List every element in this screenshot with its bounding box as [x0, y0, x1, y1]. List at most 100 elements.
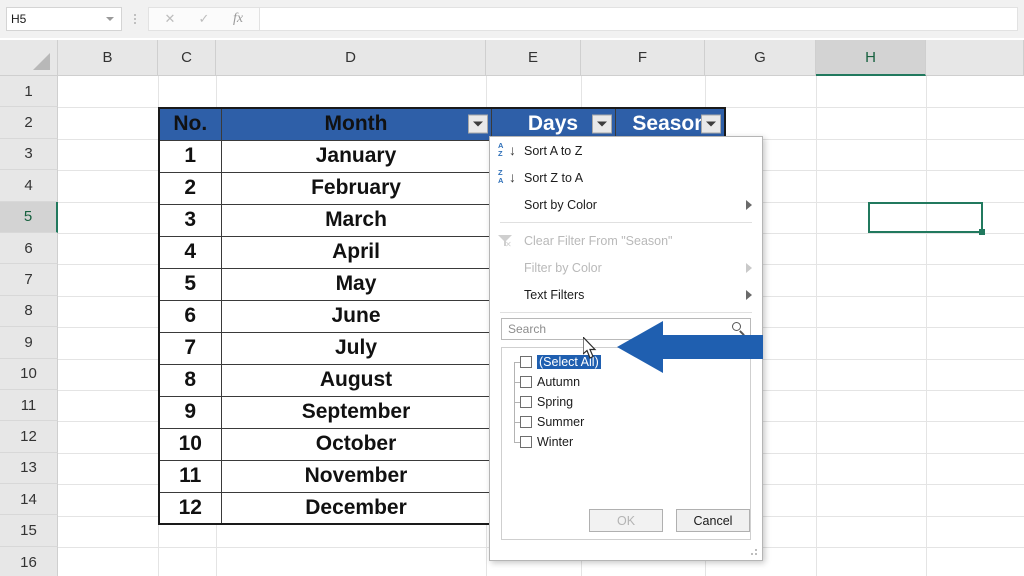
menu-item-sort-by-color[interactable]: Sort by Color: [490, 191, 762, 218]
row-header-8[interactable]: 8: [0, 295, 58, 328]
cell-month[interactable]: May: [220, 267, 492, 301]
column-header-H[interactable]: H: [816, 40, 926, 76]
cell-no[interactable]: 8: [158, 363, 222, 397]
name-box-value: H5: [11, 12, 27, 26]
cell-no[interactable]: 11: [158, 459, 222, 493]
cell-month[interactable]: January: [220, 139, 492, 173]
filter-list-item-label: Autumn: [537, 375, 581, 389]
cancel-button[interactable]: Cancel: [676, 509, 750, 532]
row-header-4[interactable]: 4: [0, 170, 58, 202]
header-cell-no: No.: [158, 107, 222, 141]
tree-line-icon: [510, 352, 520, 372]
menu-divider: [500, 222, 752, 223]
menu-label: Clear Filter From "Season": [524, 233, 673, 248]
menu-item-filter-by-color: Filter by Color: [490, 254, 762, 281]
column-header-B[interactable]: B: [58, 40, 158, 76]
row-header-7[interactable]: 7: [0, 264, 58, 296]
cell-month[interactable]: February: [220, 171, 492, 205]
chevron-right-icon: [746, 262, 752, 273]
menu-item-sort-a-to-z[interactable]: A Z ↓ Sort A to Z: [490, 137, 762, 164]
menu-label: Filter by Color: [524, 260, 602, 275]
cell-month[interactable]: April: [220, 235, 492, 269]
cell-no[interactable]: 10: [158, 427, 222, 461]
row-header-3[interactable]: 3: [0, 138, 58, 171]
checkbox-icon[interactable]: [520, 376, 532, 388]
checkbox-icon[interactable]: [520, 416, 532, 428]
chevron-down-icon[interactable]: [106, 17, 114, 21]
cell-no[interactable]: 1: [158, 139, 222, 173]
row-header-13[interactable]: 13: [0, 452, 58, 485]
fill-handle[interactable]: [979, 228, 985, 235]
cell-month[interactable]: October: [220, 427, 492, 461]
select-all-corner[interactable]: [0, 40, 58, 76]
cell-no[interactable]: 2: [158, 171, 222, 205]
column-header-G[interactable]: G: [705, 40, 816, 76]
filter-list-item[interactable]: Spring: [502, 392, 750, 412]
cell-no[interactable]: 9: [158, 395, 222, 429]
cell-no[interactable]: 4: [158, 235, 222, 269]
row-header-6[interactable]: 6: [0, 232, 58, 265]
menu-item-text-filters[interactable]: Text Filters: [490, 281, 762, 308]
cell-no[interactable]: 3: [158, 203, 222, 237]
enter-check-icon[interactable]: ✓: [187, 8, 221, 30]
dialog-button-row: OK Cancel: [490, 509, 764, 532]
clear-filter-icon: ✕: [498, 234, 524, 249]
row-header-11[interactable]: 11: [0, 389, 58, 422]
row-header-16[interactable]: 16: [0, 546, 58, 576]
row-header-9[interactable]: 9: [0, 327, 58, 359]
annotation-arrow: [617, 321, 763, 378]
column-header-D[interactable]: D: [216, 40, 486, 76]
sort-ascending-icon: A Z ↓: [498, 141, 516, 159]
row-header-2[interactable]: 2: [0, 107, 58, 139]
cell-no[interactable]: 6: [158, 299, 222, 333]
column-header-C[interactable]: C: [158, 40, 216, 76]
tree-line-icon: [510, 432, 520, 452]
row-header-14[interactable]: 14: [0, 484, 58, 516]
cell-month[interactable]: July: [220, 331, 492, 365]
cell-no[interactable]: 12: [158, 491, 222, 525]
row-header-column: 1 2 3 4 5 6 7 8 9 10 11 12 13 14 15 16: [0, 76, 58, 576]
row-header-10[interactable]: 10: [0, 358, 58, 390]
cell-month[interactable]: December: [220, 491, 492, 525]
row-header-1[interactable]: 1: [0, 76, 58, 108]
excel-worksheet-screen: H5 ✕ ✓ fx BCDEFGH 1 2 3 4 5 6 7 8 9 10 11 12 13 14 15 1…: [0, 0, 1024, 576]
name-box[interactable]: H5: [6, 7, 122, 31]
filter-list-item-label: Spring: [537, 395, 574, 409]
checkbox-icon[interactable]: [520, 356, 532, 368]
cell-month[interactable]: September: [220, 395, 492, 429]
menu-item-sort-z-to-a[interactable]: Z A ↓ Sort Z to A: [490, 164, 762, 191]
sort-descending-icon: Z A ↓: [498, 168, 516, 186]
filter-list-item[interactable]: Winter: [502, 432, 750, 452]
filter-button-season[interactable]: [701, 114, 721, 134]
filter-button-month[interactable]: [467, 114, 488, 134]
tree-line-icon: [510, 392, 520, 412]
row-header-5[interactable]: 5: [0, 201, 58, 233]
column-header-filler: [926, 40, 1024, 76]
ok-button[interactable]: OK: [589, 509, 663, 532]
row-header-12[interactable]: 12: [0, 421, 58, 453]
chevron-right-icon: [746, 289, 752, 300]
filter-button-days[interactable]: [591, 114, 612, 134]
gridline-vertical: [926, 76, 927, 576]
checkbox-icon[interactable]: [520, 396, 532, 408]
column-header-F[interactable]: F: [581, 40, 705, 76]
cell-month[interactable]: March: [220, 203, 492, 237]
filter-list-item-label: Winter: [537, 435, 574, 449]
resize-grip[interactable]: [749, 547, 759, 557]
insert-function-fx-icon[interactable]: fx: [221, 8, 255, 30]
cell-month[interactable]: November: [220, 459, 492, 493]
cell-month[interactable]: August: [220, 363, 492, 397]
cell-month[interactable]: June: [220, 299, 492, 333]
column-header-E[interactable]: E: [486, 40, 581, 76]
header-cell-month: Month: [220, 107, 492, 141]
cell-no[interactable]: 7: [158, 331, 222, 365]
cell-no[interactable]: 5: [158, 267, 222, 301]
formula-input[interactable]: [259, 7, 1018, 31]
row-header-15[interactable]: 15: [0, 515, 58, 547]
active-cell-h5[interactable]: [868, 201, 985, 235]
menu-label: Sort by Color: [524, 197, 597, 212]
filter-list-item[interactable]: Summer: [502, 412, 750, 432]
tree-line-icon: [510, 412, 520, 432]
checkbox-icon[interactable]: [520, 436, 532, 448]
cancel-x-icon[interactable]: ✕: [153, 8, 187, 30]
